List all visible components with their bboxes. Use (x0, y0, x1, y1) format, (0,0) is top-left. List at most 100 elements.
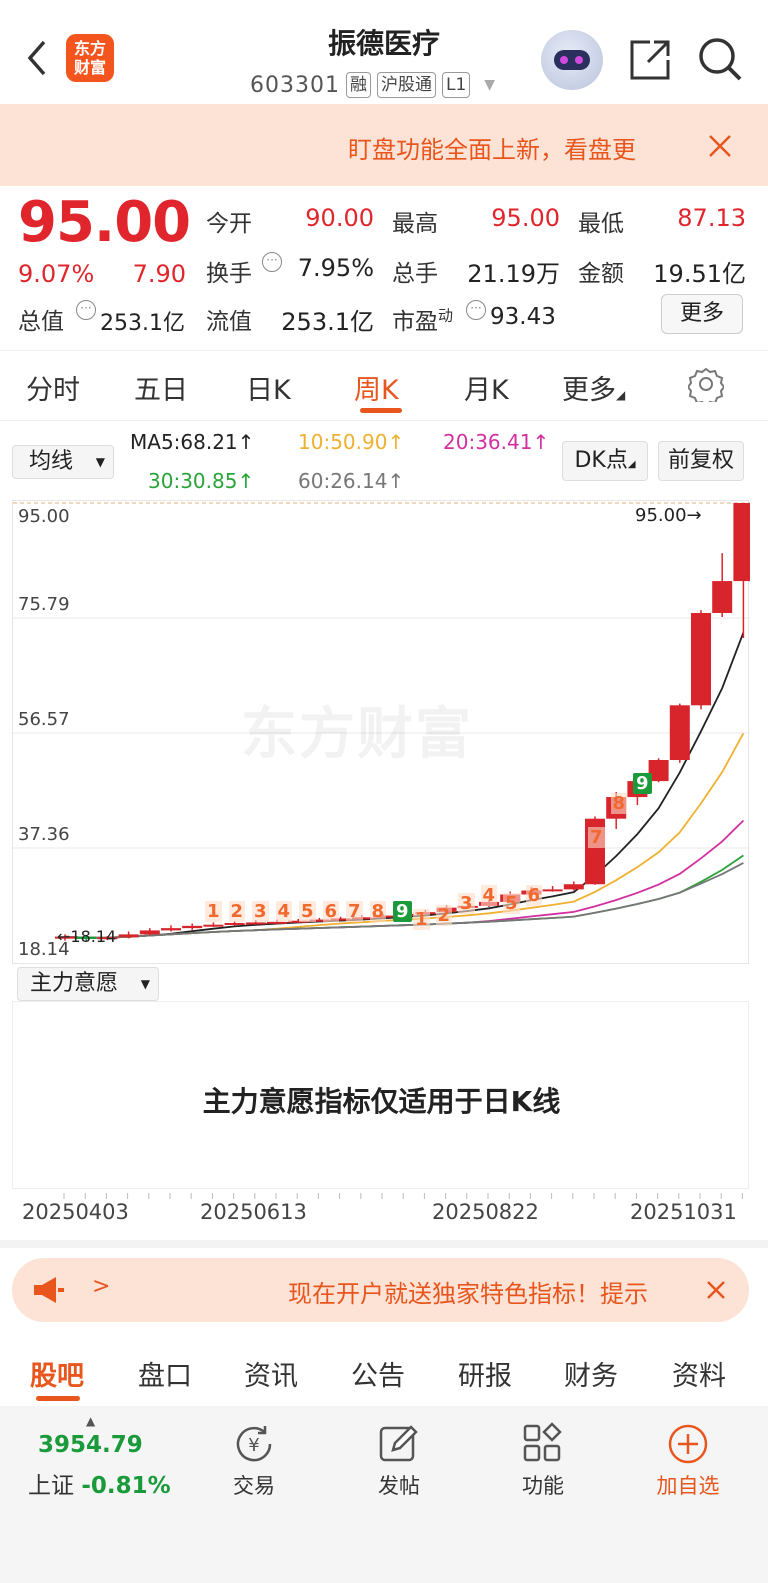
current-price: 95.00 (18, 190, 191, 255)
candle-body[interactable] (733, 503, 754, 582)
dropdown-arrow-icon[interactable]: ▼ (484, 77, 495, 93)
candle-body[interactable] (139, 930, 160, 935)
ma60-label: 60:26.14↑ (298, 469, 405, 493)
sequence-marker: 5 (503, 893, 520, 914)
low-value: 87.13 (677, 204, 746, 232)
x-label: 20251031 (630, 1200, 737, 1224)
caret-up-icon: ▲ (86, 1414, 96, 1428)
active-tab-indicator (36, 1396, 80, 1401)
tab-weekly-k[interactable]: 周K (354, 368, 399, 407)
high-value: 95.00 (491, 204, 560, 232)
pe-value: 93.43 (490, 304, 556, 330)
tab-news[interactable]: 资讯 (244, 1354, 298, 1393)
close-icon[interactable] (706, 1280, 726, 1304)
volume-label: 总手 (392, 261, 438, 287)
active-tab-indicator (360, 408, 402, 413)
bottom-toolbar: ▲ 3954.79 上证 -0.81% ¥ 交易 发帖 功能 加自选 (0, 1406, 768, 1583)
promo-banner-text: 盯盘功能全面上新，看盘更 (348, 136, 636, 164)
y-label: 37.36 (18, 824, 70, 845)
sequence-marker: 9 (633, 773, 652, 794)
change-percent: 9.07% (18, 260, 95, 288)
float-value: 253.1亿 (281, 308, 374, 336)
stock-subinfo: 603301 融 沪股通 L1 ▼ (250, 70, 495, 100)
y-label: 75.79 (18, 594, 70, 615)
megaphone-icon (32, 1276, 66, 1308)
divider (0, 420, 768, 421)
candle-body[interactable] (563, 884, 584, 890)
close-icon[interactable] (708, 134, 732, 162)
dk-point-button[interactable]: DK点◢ (562, 441, 648, 481)
low-price-label: ←18.14 (57, 927, 117, 946)
sequence-marker: 3 (252, 901, 269, 922)
sequence-marker: 2 (435, 905, 453, 926)
tab-finance[interactable]: 财务 (564, 1354, 618, 1393)
candle-body[interactable] (182, 925, 203, 929)
index-name[interactable]: 上证 -0.81% (28, 1466, 171, 1500)
kline-chart[interactable]: 95.00 75.79 56.57 37.36 18.14 95.00→ ←18… (12, 500, 754, 964)
pe-label: 市盈动 (392, 306, 454, 335)
tab-monthly-k[interactable]: 月K (464, 368, 509, 407)
low-label: 最低 (578, 211, 624, 237)
ma10-label: 10:50.90↑ (298, 430, 405, 454)
search-icon[interactable] (697, 36, 743, 86)
account-ad-bar[interactable]: > 现在开户就送独家特色指标！提示 (12, 1258, 749, 1322)
turnover-value: 7.95% (297, 254, 374, 282)
candle-body[interactable] (118, 934, 139, 938)
candle-body[interactable] (267, 921, 287, 924)
x-label: 20250613 (200, 1200, 307, 1224)
indicator-panel: 主力意愿指标仅适用于日K线 (12, 1001, 749, 1189)
grid-apps-icon (493, 1418, 593, 1470)
candle-body[interactable] (712, 581, 733, 613)
candle-body[interactable] (203, 924, 224, 927)
info-icon[interactable]: ··· (76, 300, 96, 320)
amount-label: 金额 (578, 261, 624, 287)
sequence-marker: 6 (322, 901, 340, 922)
open-value: 90.00 (305, 204, 374, 232)
mktcap-label: 总值 (18, 309, 64, 335)
share-icon[interactable] (628, 38, 672, 86)
tab-five-day[interactable]: 五日 (134, 368, 188, 407)
tag-margin: 融 (345, 72, 371, 98)
candle-body[interactable] (669, 705, 690, 761)
sequence-marker: 3 (458, 893, 475, 914)
x-label: 20250403 (22, 1200, 129, 1224)
promo-banner[interactable]: 盯盘功能全面上新，看盘更 (0, 104, 768, 186)
info-icon[interactable]: ··· (466, 300, 486, 320)
info-icon[interactable]: ··· (262, 252, 282, 272)
tab-notices[interactable]: 公告 (351, 1354, 405, 1393)
settings-gear-icon[interactable] (686, 366, 726, 407)
indicator-selector[interactable]: 主力意愿 ▼ (17, 967, 159, 1001)
candle-body[interactable] (161, 928, 181, 931)
more-quote-button[interactable]: 更多 (661, 294, 743, 334)
ma-selector[interactable]: 均线 ▼ (12, 445, 114, 479)
turnover-label: 换手 (206, 261, 252, 287)
tab-research[interactable]: 研报 (458, 1354, 512, 1393)
high-label: 最高 (392, 211, 438, 237)
mktcap-value: 253.1亿 (100, 311, 185, 336)
add-watchlist-button[interactable]: 加自选 (638, 1418, 738, 1500)
divider (0, 1240, 768, 1248)
trade-button[interactable]: ¥ 交易 (204, 1418, 304, 1500)
adjust-button[interactable]: 前复权 (658, 441, 744, 481)
post-button[interactable]: 发帖 (349, 1418, 449, 1500)
plus-circle-icon (638, 1418, 738, 1470)
tab-daily-k[interactable]: 日K (246, 368, 291, 407)
tag-level: L1 (441, 72, 471, 98)
tab-profile[interactable]: 资料 (672, 1354, 726, 1393)
candle-body[interactable] (542, 889, 563, 892)
function-button[interactable]: 功能 (493, 1418, 593, 1500)
candle-body[interactable] (224, 922, 245, 925)
top-header: 东方财富 振德医疗 603301 融 沪股通 L1 ▼ (0, 0, 768, 104)
candle-body[interactable] (691, 612, 711, 706)
candle-body[interactable] (648, 760, 669, 782)
assistant-robot-icon[interactable] (541, 30, 603, 90)
ma20-label: 20:36.41↑ (443, 430, 550, 454)
tab-pankou[interactable]: 盘口 (138, 1354, 192, 1393)
index-value[interactable]: 3954.79 (38, 1432, 143, 1458)
sequence-marker: 1 (413, 909, 430, 930)
candle-body[interactable] (245, 922, 266, 925)
tab-guba[interactable]: 股吧 (30, 1354, 84, 1393)
tab-intraday[interactable]: 分时 (26, 368, 80, 407)
tab-more[interactable]: 更多◢ (562, 368, 625, 407)
ad-text: 现在开户就送独家特色指标！提示 (288, 1280, 648, 1308)
